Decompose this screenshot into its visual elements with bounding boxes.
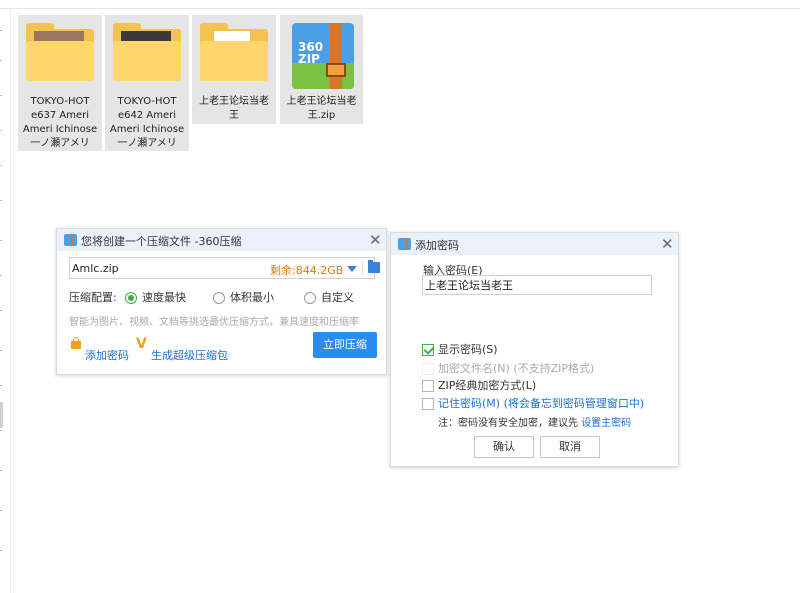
- cancel-button[interactable]: 取消: [540, 436, 600, 458]
- file-name: 上老王论坛当老 王.zip: [286, 96, 357, 121]
- compress-now-button[interactable]: 立即压缩: [313, 332, 377, 358]
- left-edge-marker: [0, 130, 2, 131]
- set-master-password-link[interactable]: 设置主密码: [581, 418, 631, 429]
- zip-icon-text: 360 ZIP: [298, 40, 324, 66]
- radio-custom[interactable]: 自定义: [304, 289, 354, 305]
- checkbox-icon: [422, 398, 434, 410]
- security-note: 注：密码没有安全加密，建议先 设置主密码: [438, 418, 632, 429]
- zip-archive-icon: 360 ZIP: [288, 23, 356, 89]
- file-item-zip[interactable]: 360 ZIP 上老王论坛当老 王.zip: [280, 15, 363, 124]
- config-label: 压缩配置:: [69, 291, 117, 304]
- free-space-label: 剩余:844.2GB: [270, 264, 344, 277]
- compression-hint: 智能为图片、视频、文档等挑选最优压缩方式，兼具速度和压缩率: [69, 317, 359, 328]
- confirm-button[interactable]: 确认: [474, 436, 534, 458]
- file-item-folder-2[interactable]: TOKYO-HOT e642 Ameri Ameri Ichinose 一ノ瀬ア…: [105, 15, 189, 151]
- left-scrollbar[interactable]: [0, 402, 3, 428]
- left-edge-marker: [0, 165, 2, 166]
- radio-selected-icon: [125, 292, 137, 304]
- left-edge-marker: [0, 470, 2, 471]
- checkbox-icon: [422, 380, 434, 392]
- add-password-link[interactable]: 添加密码: [85, 347, 129, 363]
- radio-icon: [213, 292, 225, 304]
- password-input[interactable]: [422, 275, 652, 295]
- file-name: 上老王论坛当老 王: [199, 96, 269, 121]
- folder-icon: [200, 23, 268, 81]
- folder-icon: [26, 23, 94, 81]
- left-edge-marker: [0, 275, 2, 276]
- chevron-down-icon[interactable]: [347, 266, 357, 272]
- file-item-folder-3[interactable]: 上老王论坛当老 王: [192, 15, 276, 124]
- folder-icon: [113, 23, 181, 81]
- file-name: TOKYO-HOT e637 Ameri Ameri Ichinose 一ノ瀬ア…: [22, 96, 98, 149]
- password-dialog: 添加密码 ✕ 输入密码(E) 显示密码(S) 加密文件名(N) (不支持ZIP格…: [390, 232, 679, 467]
- app-360zip-icon: [64, 234, 77, 246]
- close-icon[interactable]: ✕: [369, 231, 382, 249]
- left-edge-marker: [0, 200, 2, 201]
- app-360zip-icon: [398, 238, 411, 250]
- compress-dialog: 您将创建一个压缩文件 -360压缩 ✕ Amlc.zip 剩余:844.2GB …: [56, 228, 387, 375]
- left-edge-marker: [0, 550, 2, 551]
- lock-icon: [71, 337, 81, 349]
- left-edge-marker: [0, 350, 2, 351]
- filename-field[interactable]: Amlc.zip 剩余:844.2GB: [69, 257, 380, 279]
- show-password-checkbox[interactable]: 显示密码(S): [422, 341, 498, 357]
- radio-smallest[interactable]: 体积最小: [213, 289, 274, 305]
- left-edge-marker: [0, 30, 2, 31]
- dialog-title: 添加密码: [415, 239, 459, 252]
- radio-fastest[interactable]: 速度最快: [125, 289, 186, 305]
- checkbox-icon: [422, 363, 434, 375]
- checkbox-checked-icon: [422, 344, 434, 356]
- left-edge-marker: [0, 240, 2, 241]
- file-name: TOKYO-HOT e642 Ameri Ameri Ichinose 一ノ瀬ア…: [109, 96, 185, 149]
- remember-password-checkbox[interactable]: 记住密码(M) (将会备忘到密码管理窗口中): [422, 395, 644, 411]
- close-icon[interactable]: ✕: [661, 235, 674, 253]
- left-edge-marker: [0, 60, 2, 61]
- left-edge-marker: [0, 310, 2, 311]
- super-zip-icon: V: [136, 336, 147, 352]
- dialog-title: 您将创建一个压缩文件 -360压缩: [81, 235, 242, 248]
- file-item-folder-1[interactable]: TOKYO-HOT e637 Ameri Ameri Ichinose 一ノ瀬ア…: [18, 15, 102, 151]
- browse-folder-icon[interactable]: [368, 260, 380, 273]
- left-edge-marker: [0, 95, 2, 96]
- left-edge-marker: [0, 430, 2, 431]
- super-zip-link[interactable]: 生成超级压缩包: [151, 347, 228, 363]
- left-pane-border: [10, 8, 11, 593]
- window-top-border: [0, 8, 800, 9]
- encrypt-filename-checkbox: 加密文件名(N) (不支持ZIP格式): [422, 360, 594, 376]
- left-edge-marker: [0, 385, 2, 386]
- left-edge-marker: [0, 510, 2, 511]
- dialog-title-bar[interactable]: 添加密码 ✕: [391, 233, 678, 255]
- filename-value[interactable]: Amlc.zip: [72, 262, 119, 275]
- zip-classic-checkbox[interactable]: ZIP经典加密方式(L): [422, 377, 536, 393]
- radio-icon: [304, 292, 316, 304]
- dialog-title-bar[interactable]: 您将创建一个压缩文件 -360压缩 ✕: [57, 229, 386, 251]
